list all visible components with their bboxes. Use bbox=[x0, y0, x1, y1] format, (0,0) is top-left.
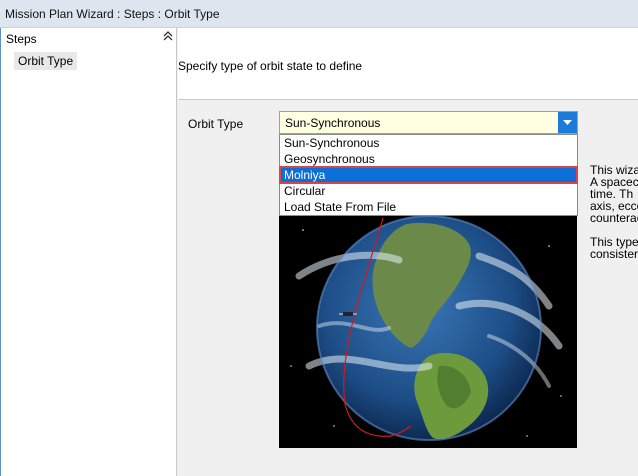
option-geosynchronous[interactable]: Geosynchronous bbox=[280, 151, 577, 167]
option-load-state-from-file[interactable]: Load State From File bbox=[280, 199, 577, 215]
description-line: counterac bbox=[590, 211, 638, 225]
description-text: This wiza A spacec time. Th axis, ecce c… bbox=[590, 164, 638, 260]
description-line: consister bbox=[590, 247, 638, 260]
orbit-type-selected-value: Sun-Synchronous bbox=[285, 116, 381, 130]
step-item-orbit-type[interactable]: Orbit Type bbox=[14, 52, 78, 70]
wizard-content: Orbit Type Sun-Synchronous Sun-Synchrono… bbox=[178, 100, 638, 476]
earth-orbit-illustration bbox=[279, 216, 577, 448]
step-item-label: Orbit Type bbox=[18, 54, 74, 68]
orbit-type-dropdown-list[interactable]: Sun-Synchronous Geosynchronous Molniya C… bbox=[279, 134, 578, 216]
option-sun-synchronous[interactable]: Sun-Synchronous bbox=[280, 135, 577, 151]
option-circular[interactable]: Circular bbox=[280, 183, 577, 199]
wizard-header: Specify type of orbit state to define bbox=[178, 28, 638, 100]
window-title: Mission Plan Wizard : Steps : Orbit Type bbox=[5, 7, 220, 21]
steps-header: Steps bbox=[6, 32, 37, 46]
orbit-preview-image bbox=[279, 216, 577, 448]
option-molniya[interactable]: Molniya bbox=[279, 166, 578, 184]
chevron-double-up-icon[interactable] bbox=[162, 31, 174, 43]
orbit-type-select[interactable]: Sun-Synchronous bbox=[279, 111, 578, 134]
orbit-type-label: Orbit Type bbox=[188, 117, 244, 131]
title-bar: Mission Plan Wizard : Steps : Orbit Type bbox=[0, 0, 638, 28]
steps-panel: Steps Orbit Type bbox=[0, 28, 177, 476]
dropdown-button[interactable] bbox=[558, 112, 577, 133]
satellite-icon bbox=[343, 312, 353, 316]
panel-edge bbox=[0, 28, 1, 476]
instruction-text: Specify type of orbit state to define bbox=[178, 59, 363, 73]
chevron-down-icon bbox=[563, 120, 572, 125]
